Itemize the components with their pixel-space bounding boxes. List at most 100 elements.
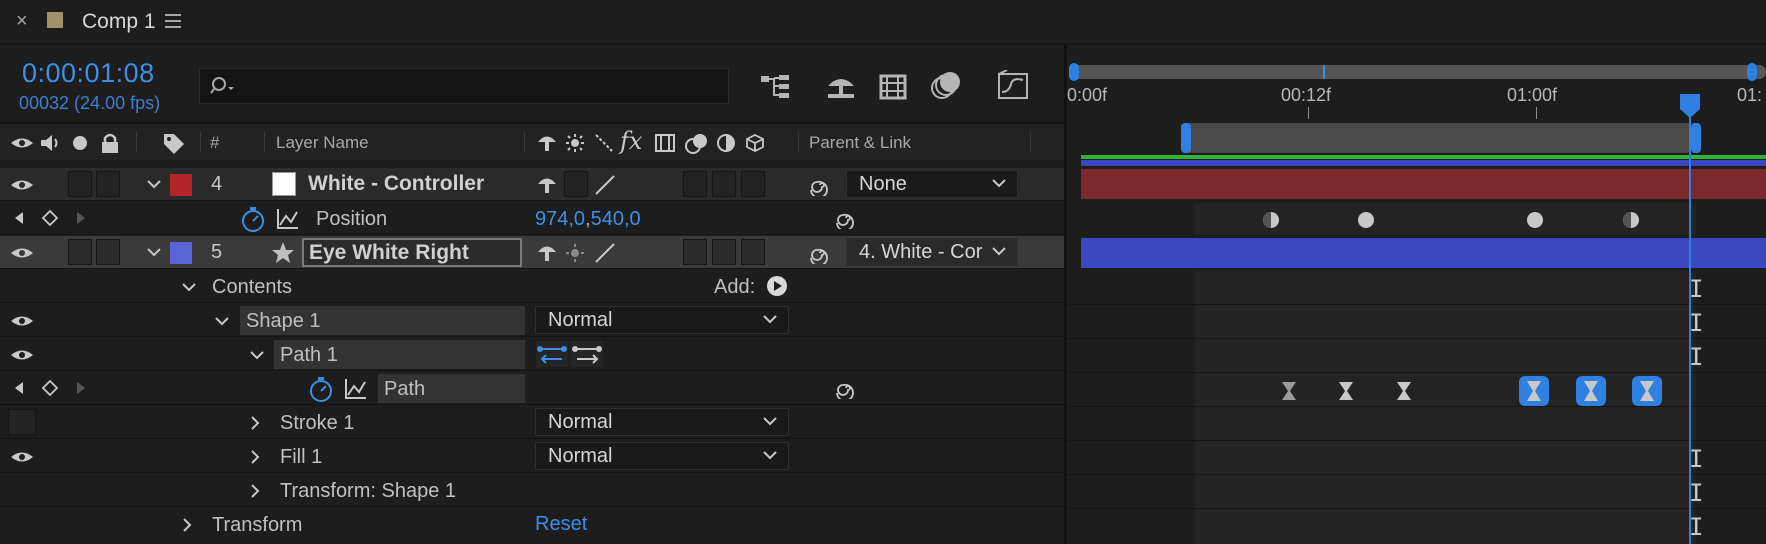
navigator-start-handle[interactable] — [1069, 63, 1079, 81]
prev-keyframe-icon[interactable] — [13, 380, 25, 396]
graph-editor-icon[interactable] — [997, 70, 1031, 102]
position-property-row[interactable]: Position 974,0,540,0 — [0, 202, 1065, 235]
motion-blur-icon[interactable] — [929, 70, 963, 102]
layer-visibility-icon[interactable] — [10, 246, 34, 260]
position-keyframe[interactable] — [1356, 210, 1376, 230]
motion-blur-switch[interactable] — [741, 239, 765, 265]
expand-chevron-icon[interactable] — [180, 280, 198, 294]
transform-shape1-label[interactable]: Transform: Shape 1 — [280, 480, 456, 503]
add-keyframe-icon[interactable] — [41, 379, 59, 397]
stroke1-blend-dropdown[interactable]: Normal — [535, 408, 789, 436]
next-keyframe-icon[interactable] — [75, 380, 87, 396]
column-layer-name[interactable]: Layer Name — [276, 133, 369, 153]
layer-row-5[interactable]: 5 Eye White Right 4. White - Cor — [0, 236, 1065, 269]
add-keyframe-icon[interactable] — [41, 209, 59, 227]
fill-visibility-icon[interactable] — [10, 450, 34, 464]
motion-blur-switch-icon[interactable] — [684, 131, 710, 155]
position-keyframe-half[interactable] — [1621, 210, 1641, 230]
expand-chevron-right-icon[interactable] — [180, 516, 194, 534]
frame-blend-switch[interactable] — [712, 171, 736, 197]
fill1-row[interactable]: Fill 1 Normal — [0, 440, 1065, 473]
layer-row-4[interactable]: 4 White - Controller None — [0, 168, 1065, 201]
path-property-row[interactable]: Path — [0, 372, 1065, 405]
stroke-visibility-switch[interactable] — [8, 409, 36, 435]
motion-blur-switch[interactable] — [741, 171, 765, 197]
effects-fx-icon[interactable]: fx — [620, 127, 642, 155]
parent-dropdown[interactable]: None — [846, 170, 1018, 198]
collapse-switch-icon[interactable] — [565, 243, 585, 263]
path1-row[interactable]: Path 1 — [0, 338, 1065, 371]
search-field[interactable] — [199, 68, 729, 104]
solo-switch[interactable] — [96, 239, 120, 265]
search-input[interactable] — [240, 73, 714, 99]
quality-icon[interactable] — [594, 133, 614, 153]
expand-chevron-right-icon[interactable] — [248, 448, 262, 466]
playhead-handle-icon[interactable] — [1679, 93, 1701, 119]
lock-icon[interactable] — [100, 132, 120, 154]
shy-icon[interactable] — [536, 133, 558, 153]
transform-reset-link[interactable]: Reset — [535, 513, 587, 536]
shy-switch-icon[interactable] — [536, 243, 558, 263]
expand-chevron-icon[interactable] — [213, 314, 231, 328]
column-parent-link[interactable]: Parent & Link — [809, 133, 911, 153]
layer-visibility-icon[interactable] — [10, 178, 34, 192]
layer-label-color[interactable] — [170, 174, 192, 196]
path-keyframe-hold[interactable] — [1279, 380, 1299, 402]
position-x[interactable]: 974,0 — [535, 208, 585, 230]
parent-dropdown[interactable]: 4. White - Cor — [846, 238, 1018, 266]
video-visibility-icon[interactable] — [10, 136, 34, 150]
pick-whip-icon[interactable] — [808, 174, 832, 196]
quality-switch-icon[interactable] — [594, 242, 616, 264]
collapse-transform-icon[interactable] — [565, 133, 585, 153]
layer4-duration-bar[interactable] — [1081, 169, 1766, 199]
panel-menu-icon[interactable] — [165, 14, 181, 28]
stopwatch-icon[interactable] — [240, 205, 266, 233]
position-value[interactable]: 974,0,540,0 — [535, 208, 641, 231]
expression-pick-whip-icon[interactable] — [834, 207, 858, 229]
search-icon[interactable] — [210, 75, 240, 97]
layer-name[interactable]: Eye White Right — [309, 241, 469, 265]
path1-label[interactable]: Path 1 — [280, 344, 338, 367]
path-label[interactable]: Path — [384, 378, 425, 401]
stopwatch-icon[interactable] — [308, 375, 334, 403]
position-y[interactable]: 540,0 — [591, 208, 641, 230]
graph-icon[interactable] — [276, 208, 300, 230]
expand-chevron-icon[interactable] — [248, 348, 266, 362]
transform-label[interactable]: Transform — [212, 514, 302, 537]
comp-flowchart-icon[interactable] — [759, 72, 795, 102]
quality-switch-icon[interactable] — [594, 174, 616, 196]
solo-switch[interactable] — [96, 171, 120, 197]
solo-icon[interactable] — [73, 136, 87, 150]
layer-name[interactable]: White - Controller — [308, 172, 484, 196]
expression-pick-whip-icon[interactable] — [834, 377, 858, 399]
comp-tab-title[interactable]: Comp 1 — [82, 10, 156, 34]
collapse-switch[interactable] — [564, 171, 588, 197]
layer-name-field[interactable]: Eye White Right — [302, 238, 522, 267]
navigator-end-handle[interactable] — [1747, 63, 1757, 81]
adjustment-layer-icon[interactable] — [716, 133, 736, 153]
layer-expand-chevron-icon[interactable] — [145, 177, 163, 191]
work-area-bar[interactable] — [1185, 123, 1691, 153]
path-keyframe-selected[interactable] — [1575, 375, 1607, 407]
transform-row[interactable]: Transform Reset — [0, 508, 1065, 541]
frame-blending-icon[interactable] — [877, 72, 909, 102]
audio-switch[interactable] — [68, 239, 92, 265]
path-keyframe-hold[interactable] — [1336, 380, 1356, 402]
shy-switch-icon[interactable] — [536, 175, 558, 195]
layer-expand-chevron-icon[interactable] — [145, 245, 163, 259]
layer-label-color[interactable] — [170, 242, 192, 264]
stroke1-label[interactable]: Stroke 1 — [280, 412, 354, 435]
shape1-label[interactable]: Shape 1 — [246, 310, 321, 333]
prev-keyframe-icon[interactable] — [13, 210, 25, 226]
contents-row[interactable]: Contents Add: — [0, 270, 1065, 303]
add-menu-icon[interactable] — [766, 275, 788, 297]
time-navigator[interactable] — [1072, 65, 1766, 79]
position-keyframe[interactable] — [1525, 210, 1545, 230]
path-keyframe-selected[interactable] — [1631, 375, 1663, 407]
shape-visibility-icon[interactable] — [10, 314, 34, 328]
fx-switch[interactable] — [683, 171, 707, 197]
close-tab-icon[interactable]: × — [16, 10, 28, 33]
path-visibility-icon[interactable] — [10, 348, 34, 362]
expand-chevron-right-icon[interactable] — [248, 482, 262, 500]
expand-chevron-right-icon[interactable] — [248, 414, 262, 432]
